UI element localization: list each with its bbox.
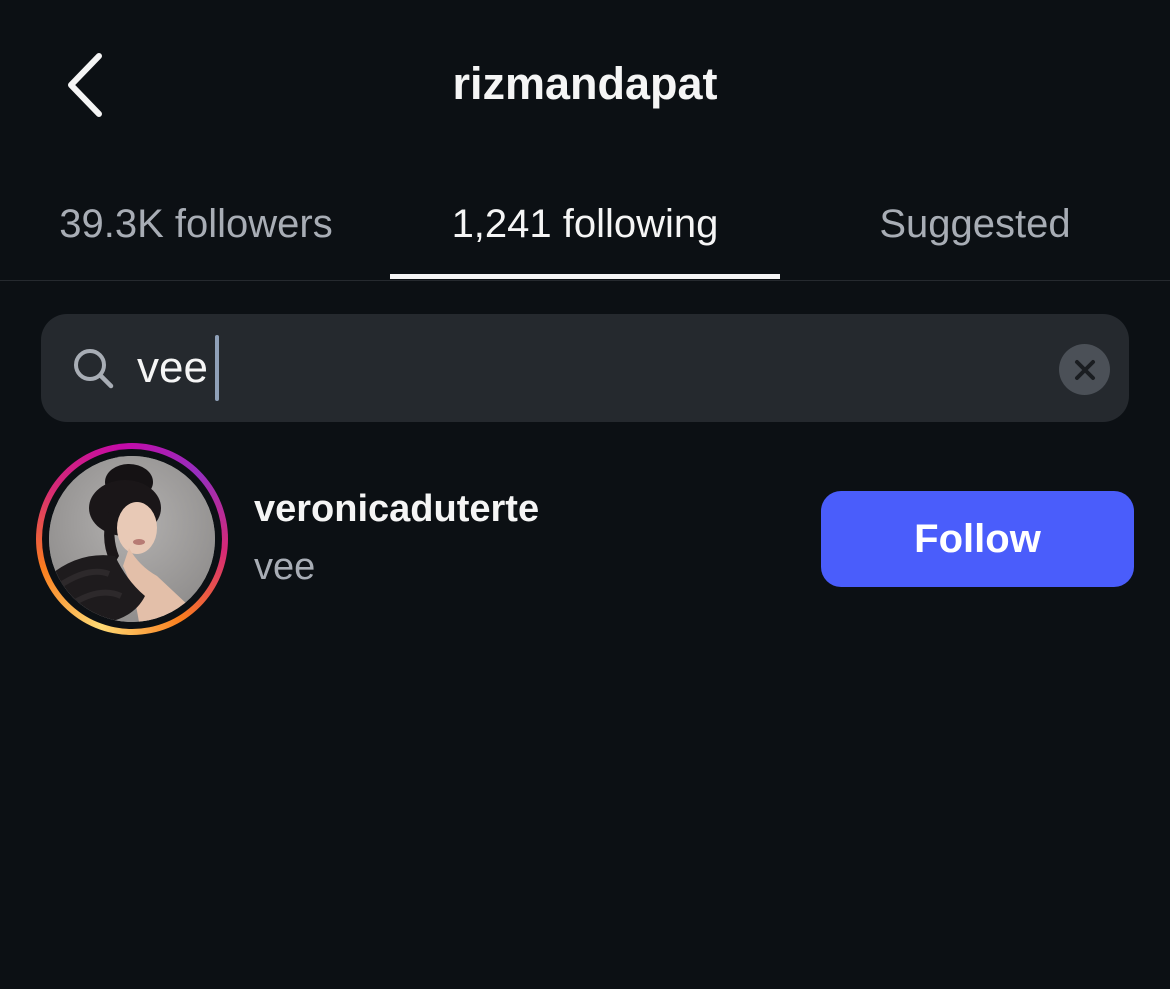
clear-icon bbox=[1074, 359, 1095, 380]
clear-search-button[interactable] bbox=[1059, 344, 1110, 395]
result-username: veronicaduterte bbox=[254, 488, 540, 530]
text-caret bbox=[215, 335, 219, 401]
tab-bar: 39.3K followers 1,241 following Suggeste… bbox=[0, 170, 1170, 281]
tab-suggested[interactable]: Suggested bbox=[780, 170, 1170, 278]
following-page: rizmandapat 39.3K followers 1,241 follow… bbox=[0, 0, 1170, 989]
avatar bbox=[49, 456, 215, 622]
list-item[interactable]: veronicaduterte vee Follow bbox=[0, 440, 1170, 640]
follow-button[interactable]: Follow bbox=[821, 491, 1134, 587]
search-bar bbox=[41, 314, 1129, 422]
header: rizmandapat bbox=[0, 0, 1170, 170]
search-icon bbox=[74, 349, 114, 389]
search-input[interactable] bbox=[137, 328, 1017, 408]
result-full-name: vee bbox=[254, 546, 316, 588]
avatar-photo bbox=[49, 456, 215, 622]
story-ring[interactable] bbox=[36, 443, 228, 635]
active-tab-indicator bbox=[390, 274, 780, 279]
tab-following[interactable]: 1,241 following bbox=[390, 170, 780, 278]
tab-followers[interactable]: 39.3K followers bbox=[0, 170, 392, 278]
page-title: rizmandapat bbox=[452, 58, 718, 109]
